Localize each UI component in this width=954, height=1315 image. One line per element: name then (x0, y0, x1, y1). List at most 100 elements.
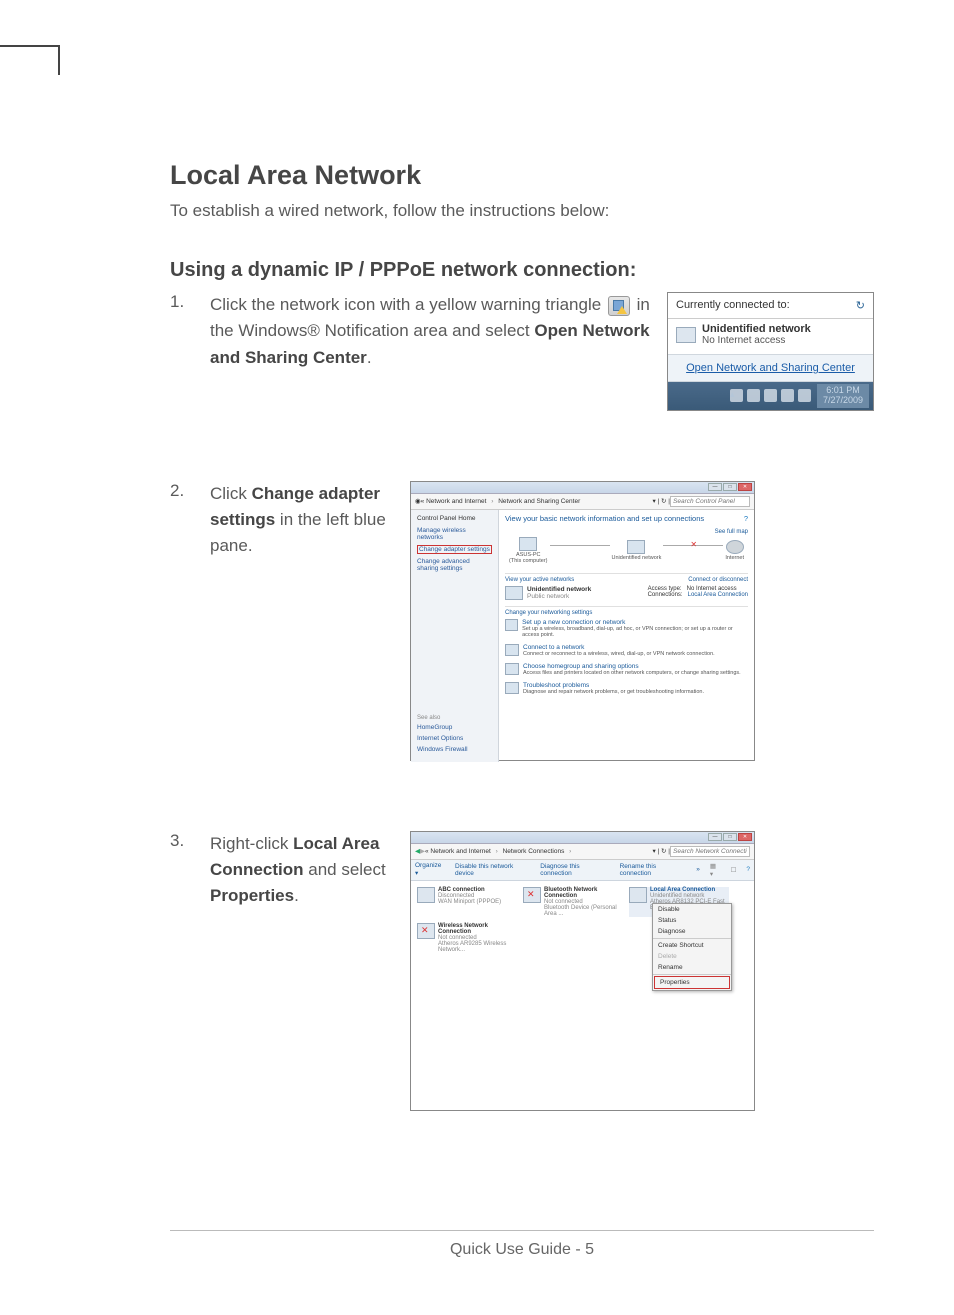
network-tray-icon[interactable] (781, 389, 794, 402)
sidebar-home[interactable]: Control Panel Home (417, 515, 492, 522)
address-bar: ◉ « Network and Internet › Network and S… (411, 494, 754, 510)
context-menu: Disable Status Diagnose Create Shortcut … (652, 903, 732, 991)
change-settings-header: Change your networking settings (505, 606, 748, 616)
view-icon[interactable]: ▦ ▾ (710, 862, 721, 878)
opt-homegroup[interactable]: Choose homegroup and sharing optionsAcce… (505, 660, 748, 679)
flag-icon[interactable] (747, 389, 760, 402)
active-network-item: Unidentified network Public network Acce… (505, 583, 748, 603)
window-buttons: — □ ✕ (708, 833, 752, 841)
step-1-text: Click the network icon with a yellow war… (210, 292, 667, 371)
opt-setup-connection[interactable]: Set up a new connection or networkSet up… (505, 616, 748, 641)
step-2-number: 2. (170, 481, 210, 501)
preview-icon[interactable]: ☐ (731, 866, 737, 874)
step-3: 3. Right-click Local Area Connection and… (170, 831, 874, 1111)
address-bar: ◀ ▶ « Network and Internet › Network Con… (411, 844, 754, 860)
menu-properties[interactable]: Properties (654, 976, 730, 989)
conn-bluetooth[interactable]: Bluetooth Network ConnectionNot connecte… (523, 887, 623, 917)
sidebar-change-adapter[interactable]: Change adapter settings (417, 545, 492, 554)
window-titlebar: — □ ✕ (411, 832, 754, 844)
step-2-text: Click Change adapter settings in the lef… (210, 481, 410, 560)
clock[interactable]: 6:01 PM 7/27/2009 (817, 384, 869, 408)
active-networks-header: View your active networks Connect or dis… (505, 573, 748, 583)
connect-disconnect-link[interactable]: Connect or disconnect (688, 577, 748, 583)
window-titlebar: — □ ✕ (411, 482, 754, 494)
step-1-period: . (367, 348, 372, 367)
page-heading: Local Area Network (170, 160, 874, 191)
s2-sidebar: Control Panel Home Manage wireless netwo… (411, 510, 499, 762)
breadcrumb-1[interactable]: « Network and Internet (425, 848, 491, 855)
step-3-text: Right-click Local Area Connection and se… (210, 831, 410, 910)
tb-rename[interactable]: Rename this connection (620, 863, 687, 877)
step-1-number: 1. (170, 292, 210, 312)
maximize-button[interactable]: □ (723, 483, 737, 491)
screenshot-2-network-center: — □ ✕ ◉ « Network and Internet › Network… (410, 481, 755, 761)
step-1: 1. Click the network icon with a yellow … (170, 292, 874, 411)
tray-up-icon[interactable]: ▴ (730, 389, 743, 402)
network-icon (505, 586, 523, 600)
open-network-center-link[interactable]: Open Network and Sharing Center (686, 362, 855, 374)
power-icon[interactable] (764, 389, 777, 402)
s2-title: View your basic network information and … (505, 514, 704, 523)
breadcrumb-2[interactable]: Network and Sharing Center (498, 498, 580, 505)
section-heading: Using a dynamic IP / PPPoE network conne… (170, 259, 874, 282)
close-button[interactable]: ✕ (738, 483, 752, 491)
menu-shortcut[interactable]: Create Shortcut (653, 940, 731, 951)
sidebar-manage-wireless[interactable]: Manage wireless networks (417, 527, 492, 541)
menu-rename[interactable]: Rename (653, 962, 731, 973)
step-1-t1: Click the network icon with a yellow war… (210, 295, 606, 314)
sidebar-homegroup[interactable]: HomeGroup (417, 724, 492, 731)
step-3-t2: and select (308, 860, 386, 879)
screenshot-3-network-connections: — □ ✕ ◀ ▶ « Network and Internet › Netwo… (410, 831, 755, 1111)
search-input[interactable] (670, 496, 750, 507)
opt-connect-network[interactable]: Connect to a networkConnect or reconnect… (505, 641, 748, 660)
sidebar-firewall[interactable]: Windows Firewall (417, 746, 492, 753)
screenshot-1-network-flyout: Currently connected to: ↻ Unidentified n… (667, 292, 874, 411)
network-icon (676, 327, 696, 343)
sidebar-see-also: See also (417, 715, 492, 721)
close-button[interactable]: ✕ (738, 833, 752, 841)
network-warning-icon (608, 296, 630, 316)
node-internet: Internet (725, 540, 744, 561)
s1-connected-to: Currently connected to: (676, 299, 790, 311)
conn-abc[interactable]: ABC connectionDisconnectedWAN Miniport (… (417, 887, 517, 917)
sidebar-internet-options[interactable]: Internet Options (417, 735, 492, 742)
conn-wireless[interactable]: Wireless Network ConnectionNot connected… (417, 923, 517, 953)
help-icon[interactable]: ? (746, 866, 750, 873)
tb-more[interactable]: » (696, 866, 700, 873)
lac-link[interactable]: Local Area Connection (688, 592, 748, 598)
s1-network-row: Unidentified network No Internet access (668, 319, 873, 354)
s1-header: Currently connected to: ↻ (668, 293, 873, 319)
systray: ▴ 6:01 PM 7/27/2009 (668, 382, 873, 410)
breadcrumb-2[interactable]: Network Connections (503, 848, 565, 855)
minimize-button[interactable]: — (708, 833, 722, 841)
refresh-icon[interactable]: ↻ (856, 299, 865, 312)
s1-link-row: Open Network and Sharing Center (668, 354, 873, 382)
sidebar-advanced-sharing[interactable]: Change advanced sharing settings (417, 558, 492, 572)
tb-diagnose[interactable]: Diagnose this connection (540, 863, 609, 877)
search-input[interactable] (670, 846, 750, 857)
page-content: Local Area Network To establish a wired … (0, 0, 954, 1315)
menu-disable[interactable]: Disable (653, 904, 731, 915)
clock-date: 7/27/2009 (823, 396, 863, 406)
page-footer: Quick Use Guide - 5 (170, 1230, 874, 1259)
menu-delete[interactable]: Delete (653, 951, 731, 962)
connections-list: ABC connectionDisconnectedWAN Miniport (… (411, 881, 754, 1119)
step-3-period: . (294, 886, 299, 905)
menu-diagnose[interactable]: Diagnose (653, 926, 731, 937)
see-full-map-link[interactable]: See full map (715, 529, 748, 535)
intro-text: To establish a wired network, follow the… (170, 201, 874, 221)
organize-menu[interactable]: Organize ▾ (415, 862, 445, 877)
s1-network-title: Unidentified network (702, 323, 811, 335)
volume-icon[interactable] (798, 389, 811, 402)
toolbar: Organize ▾ Disable this network device D… (411, 860, 754, 881)
menu-status[interactable]: Status (653, 915, 731, 926)
opt-troubleshoot[interactable]: Troubleshoot problemsDiagnose and repair… (505, 679, 748, 698)
tb-disable[interactable]: Disable this network device (455, 863, 530, 877)
network-map: ASUS-PC (This computer) Unidentified net… (505, 535, 748, 570)
node-this-pc: ASUS-PC (This computer) (509, 537, 548, 564)
s2-main: View your basic network information and … (499, 510, 754, 762)
breadcrumb-1[interactable]: « Network and Internet (421, 498, 487, 505)
minimize-button[interactable]: — (708, 483, 722, 491)
maximize-button[interactable]: □ (723, 833, 737, 841)
help-icon[interactable]: ? (744, 514, 748, 523)
